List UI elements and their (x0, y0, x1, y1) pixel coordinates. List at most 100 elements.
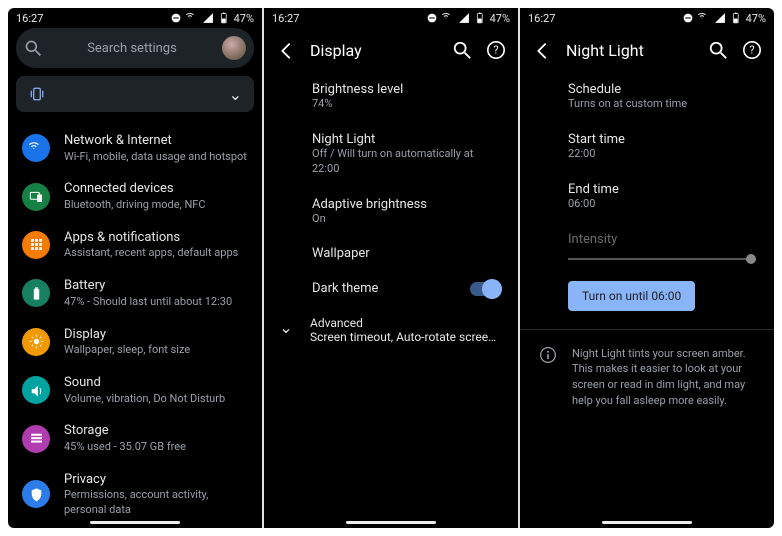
volume-icon (22, 376, 50, 404)
info-icon (539, 346, 557, 364)
chevron-down-icon: ⌄ (279, 318, 292, 337)
display-row-wallpaper[interactable]: Wallpaper (264, 236, 518, 271)
chevron-down-icon: ⌄ (229, 85, 242, 104)
settings-row-display[interactable]: DisplayWallpaper, sleep, font size (8, 318, 262, 366)
back-icon[interactable] (532, 40, 552, 60)
status-bar: 16:27 47% (264, 8, 518, 28)
item-title: Apps & notifications (64, 229, 248, 247)
item-title: Sound (64, 374, 248, 392)
search-icon[interactable] (452, 40, 472, 60)
dnd-icon (426, 12, 438, 24)
nav-handle[interactable] (346, 521, 436, 524)
item-title: Battery (64, 277, 248, 295)
settings-row-location[interactable]: LocationOn – 25 apps have access to loca… (8, 526, 262, 528)
nightlight-row-starttime[interactable]: Start time22:00 (520, 122, 774, 172)
search-icon (24, 39, 42, 57)
dark-theme-toggle[interactable] (470, 282, 500, 296)
devices-icon (22, 183, 50, 211)
status-time: 16:27 (16, 12, 43, 25)
grid-icon (22, 231, 50, 259)
storage-icon (22, 425, 50, 453)
item-title: Network & Internet (64, 132, 248, 150)
signal-icon (202, 12, 214, 24)
item-title: Storage (64, 422, 248, 440)
status-battery: 47% (490, 12, 510, 25)
appbar: Night Light (520, 28, 774, 72)
back-icon[interactable] (276, 40, 296, 60)
brightness-icon (22, 328, 50, 356)
item-title: Display (64, 326, 248, 344)
night-light-screen: 16:27 47% Night Light ScheduleTurns on a… (520, 8, 774, 528)
help-icon[interactable] (486, 40, 506, 60)
item-subtitle: Turns on at custom time (568, 97, 756, 112)
intensity-slider[interactable] (568, 251, 756, 267)
item-title: Night Light (312, 132, 500, 147)
nightlight-row-schedule[interactable]: ScheduleTurns on at custom time (520, 72, 774, 122)
settings-row-battery[interactable]: Battery47% - Should last until about 12:… (8, 269, 262, 317)
search-settings[interactable]: Search settings (16, 28, 254, 68)
item-subtitle: 47% - Should last until about 12:30 (64, 295, 248, 310)
appbar: Display (264, 28, 518, 72)
settings-row-network[interactable]: Network & InternetWi-Fi, mobile, data us… (8, 124, 262, 172)
item-subtitle: 06:00 (568, 197, 756, 212)
info-text: Night Light tints your screen amber. Thi… (572, 346, 756, 410)
settings-row-sound[interactable]: SoundVolume, vibration, Do Not Disturb (8, 366, 262, 414)
item-title: End time (568, 182, 756, 197)
wifi-icon (22, 134, 50, 162)
item-title: Privacy (64, 471, 248, 489)
shield-icon (22, 480, 50, 508)
dnd-icon (170, 12, 182, 24)
nav-handle[interactable] (602, 521, 692, 524)
wifi-icon (698, 12, 710, 24)
display-row-brightness[interactable]: Brightness level74% (264, 72, 518, 122)
display-row-adaptive[interactable]: Adaptive brightnessOn (264, 187, 518, 237)
intensity-row: Intensity (520, 222, 774, 247)
item-subtitle: 22:00 (568, 147, 756, 162)
item-subtitle: Bluetooth, driving mode, NFC (64, 198, 248, 213)
status-battery: 47% (234, 12, 254, 25)
item-title: Wallpaper (312, 246, 500, 261)
item-title: Brightness level (312, 82, 500, 97)
item-title: Start time (568, 132, 756, 147)
item-subtitle: On (312, 212, 500, 227)
battery-icon (730, 12, 742, 24)
display-screen: 16:27 47% Display Brightness level74%Nig… (264, 8, 518, 528)
dnd-icon (682, 12, 694, 24)
dark-theme-row[interactable]: Dark theme (264, 271, 518, 306)
settings-row-privacy[interactable]: PrivacyPermissions, account activity, pe… (8, 463, 262, 526)
signal-icon (458, 12, 470, 24)
item-title: Schedule (568, 82, 756, 97)
nightlight-row-endtime[interactable]: End time06:00 (520, 172, 774, 222)
settings-row-apps[interactable]: Apps & notificationsAssistant, recent ap… (8, 221, 262, 269)
status-battery: 47% (746, 12, 766, 25)
divider (520, 329, 774, 330)
item-subtitle: Screen timeout, Auto-rotate screen, Colo… (310, 330, 500, 344)
settings-root-screen: 16:27 47% Search settings ⌄ Network & In… (8, 8, 262, 528)
advanced-row[interactable]: ⌄ Advanced Screen timeout, Auto-rotate s… (264, 306, 518, 354)
item-subtitle: 45% used - 35.07 GB free (64, 440, 248, 455)
item-subtitle: Off / Will turn on automatically at 22:0… (312, 147, 500, 177)
nav-handle[interactable] (90, 521, 180, 524)
battery-icon (218, 12, 230, 24)
turn-on-button[interactable]: Turn on until 06:00 (568, 281, 695, 311)
search-icon[interactable] (708, 40, 728, 60)
ringer-mode-card[interactable]: ⌄ (16, 76, 254, 112)
status-bar: 16:27 47% (520, 8, 774, 28)
status-time: 16:27 (272, 12, 299, 25)
settings-row-storage[interactable]: Storage45% used - 35.07 GB free (8, 414, 262, 462)
item-subtitle: Volume, vibration, Do Not Disturb (64, 392, 248, 407)
item-subtitle: Assistant, recent apps, default apps (64, 246, 248, 261)
item-subtitle: Wallpaper, sleep, font size (64, 343, 248, 358)
search-placeholder: Search settings (50, 41, 214, 56)
item-subtitle: 74% (312, 97, 500, 112)
item-title: Connected devices (64, 180, 248, 198)
account-avatar[interactable] (222, 36, 246, 60)
vibrate-icon (28, 85, 46, 103)
item-title: Adaptive brightness (312, 197, 500, 212)
screen-title: Display (310, 41, 438, 60)
display-row-nightlight[interactable]: Night LightOff / Will turn on automatica… (264, 122, 518, 187)
help-icon[interactable] (742, 40, 762, 60)
battery-icon (474, 12, 486, 24)
settings-row-devices[interactable]: Connected devicesBluetooth, driving mode… (8, 172, 262, 220)
screen-title: Night Light (566, 41, 694, 60)
